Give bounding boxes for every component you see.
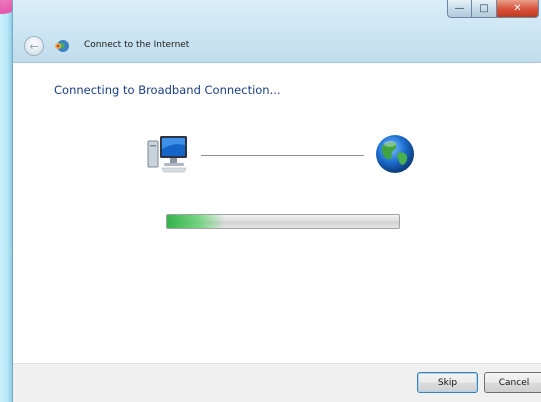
wizard-content: Connecting to Broadband Connection... — [13, 63, 541, 363]
maximize-icon: □ — [479, 3, 489, 14]
cancel-button[interactable]: Cancel — [484, 372, 541, 393]
close-icon: ✕ — [513, 3, 522, 14]
progress-fill — [167, 215, 225, 228]
globe-icon — [376, 135, 414, 173]
minimize-button[interactable]: — — [447, 0, 472, 18]
connection-line — [201, 155, 364, 156]
wizard-footer: Skip Cancel — [13, 363, 541, 402]
title-bar: — □ ✕ ← Connect to the Internet — [13, 0, 541, 63]
close-button[interactable]: ✕ — [497, 0, 539, 18]
page-heading: Connecting to Broadband Connection... — [54, 83, 281, 97]
back-button[interactable]: ← — [24, 36, 44, 56]
minimize-icon: — — [454, 3, 465, 14]
wizard-title: Connect to the Internet — [84, 40, 190, 50]
desktop-left-strip — [0, 0, 12, 402]
maximize-button[interactable]: □ — [472, 0, 497, 18]
wizard-window: — □ ✕ ← Connect to the Internet Connecti… — [12, 0, 541, 402]
desktop-background: — □ ✕ ← Connect to the Internet Connecti… — [0, 0, 541, 402]
skip-button[interactable]: Skip — [417, 372, 478, 393]
caption-buttons: — □ ✕ — [447, 0, 539, 20]
progress-bar — [166, 214, 400, 229]
back-arrow-icon: ← — [29, 39, 39, 53]
network-globe-icon — [55, 40, 69, 52]
computer-icon — [147, 136, 187, 173]
